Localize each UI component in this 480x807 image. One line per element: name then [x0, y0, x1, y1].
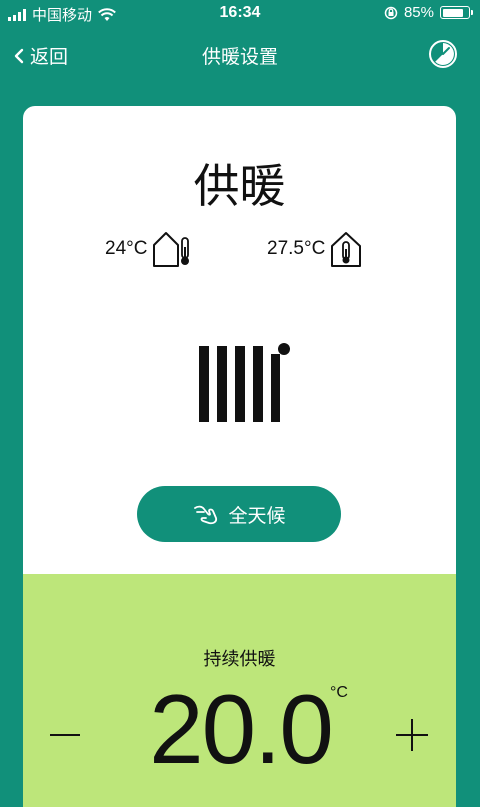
hand-touch-icon	[194, 505, 218, 525]
timer-icon[interactable]	[428, 39, 458, 69]
outdoor-temp-value: 27.5°C	[267, 238, 326, 259]
battery-icon	[440, 6, 473, 19]
nav-bar: 返回 供暖设置	[0, 28, 480, 82]
rotation-lock-icon	[384, 6, 398, 19]
setpoint-unit: °C	[330, 684, 348, 701]
increase-button[interactable]	[396, 719, 428, 751]
setpoint-value: 20.0	[149, 674, 334, 784]
outdoor-temp: 27.5°C	[267, 230, 363, 268]
schedule-button[interactable]: 全天候	[137, 486, 341, 542]
battery-percent: 85%	[403, 4, 434, 21]
decrease-button[interactable]	[50, 734, 80, 736]
indoor-temp-value: 24°C	[105, 238, 148, 259]
setpoint-label: 持续供暖	[203, 649, 276, 669]
page-title: 供暖设置	[201, 47, 278, 68]
schedule-label: 全天候	[228, 505, 286, 527]
setpoint-panel: 持续供暖 20.0 °C	[23, 574, 456, 807]
heating-card: 供暖 24°C 27.5°C 全天候 持续供暖 20.0 °C	[23, 106, 456, 807]
mode-title: 供暖	[193, 159, 286, 213]
indoor-temp: 24°C	[105, 230, 193, 268]
radiator-icon	[199, 343, 290, 422]
status-bar: 中国移动 16:34 85%	[0, 0, 480, 28]
outdoor-thermometer-icon	[331, 232, 362, 267]
indoor-thermometer-icon	[153, 232, 190, 267]
